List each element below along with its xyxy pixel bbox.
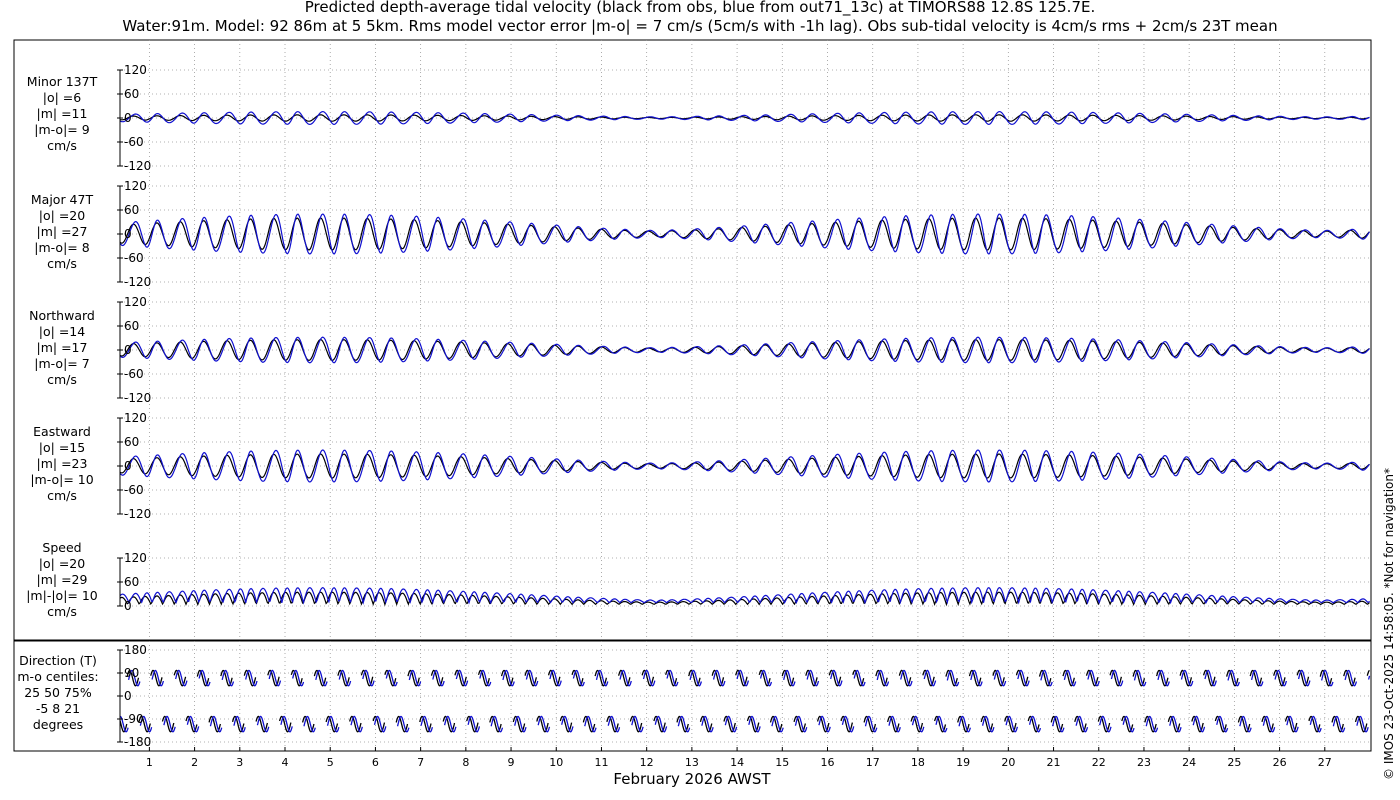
panel-label-eastward: cm/s xyxy=(47,488,77,503)
y-tick-label: 0 xyxy=(124,599,132,613)
panel-label-northward: |m-o|= 7 xyxy=(34,356,89,371)
y-tick-label: 120 xyxy=(124,63,147,77)
x-tick-label: 22 xyxy=(1092,756,1106,769)
panel-label-eastward: |m| =23 xyxy=(37,456,88,471)
y-tick-label: -120 xyxy=(124,507,151,521)
speed-obs-line xyxy=(119,591,1370,607)
panel-label-direction: Direction (T) xyxy=(19,653,97,668)
x-tick-label: 25 xyxy=(1227,756,1241,769)
y-tick-label: 90 xyxy=(124,666,139,680)
x-tick-label: 21 xyxy=(1047,756,1061,769)
panel-label-major: |m| =27 xyxy=(37,224,88,239)
panel-label-northward: |o| =14 xyxy=(39,324,85,339)
x-tick-label: 14 xyxy=(730,756,744,769)
y-tick-label: -120 xyxy=(124,275,151,289)
x-tick-label: 27 xyxy=(1318,756,1332,769)
y-tick-label: 0 xyxy=(124,689,132,703)
x-tick-label: 2 xyxy=(191,756,198,769)
x-tick-label: 19 xyxy=(956,756,970,769)
x-tick-label: 13 xyxy=(685,756,699,769)
panel-label-major: cm/s xyxy=(47,256,77,271)
y-tick-label: 60 xyxy=(124,575,139,589)
panel-label-major: |m-o|= 8 xyxy=(34,240,89,255)
x-tick-label: 12 xyxy=(640,756,654,769)
x-tick-label: 1 xyxy=(146,756,153,769)
panel-label-eastward: |o| =15 xyxy=(39,440,85,455)
panel-label-speed: |m| =29 xyxy=(37,572,88,587)
x-tick-label: 16 xyxy=(821,756,835,769)
y-tick-label: 180 xyxy=(124,643,147,657)
panel-label-minor: |m| =11 xyxy=(37,106,88,121)
panel-label-major: Major 47T xyxy=(31,192,94,207)
panel-label-eastward: |m-o|= 10 xyxy=(30,472,93,487)
y-tick-label: 120 xyxy=(124,179,147,193)
panel-label-speed: Speed xyxy=(42,540,81,555)
panel-label-speed: |o| =20 xyxy=(39,556,85,571)
y-tick-label: -60 xyxy=(124,251,144,265)
x-tick-label: 17 xyxy=(866,756,880,769)
y-tick-label: 0 xyxy=(124,227,132,241)
panel-label-direction: degrees xyxy=(33,717,83,732)
y-tick-label: 0 xyxy=(124,111,132,125)
x-tick-label: 9 xyxy=(508,756,515,769)
panel-label-minor: |m-o|= 9 xyxy=(34,122,89,137)
x-tick-label: 18 xyxy=(911,756,925,769)
tidal-velocity-chart: 1 2 3 4 5 6 7 8 9 10 11 12 13 14 15 16 17 18 19 20 21 22 23 24 2… xyxy=(13,39,1372,788)
upper-frame xyxy=(13,39,1372,641)
y-tick-label: -60 xyxy=(124,135,144,149)
x-tick-label: 7 xyxy=(417,756,424,769)
x-tick-label: 15 xyxy=(775,756,789,769)
y-tick-label: 120 xyxy=(124,411,147,425)
panel-label-minor: cm/s xyxy=(47,138,77,153)
x-tick-label: 11 xyxy=(594,756,608,769)
x-tick-label: 8 xyxy=(462,756,469,769)
x-tick-label: 26 xyxy=(1273,756,1287,769)
y-tick-label: -120 xyxy=(124,391,151,405)
y-tick-label: -90 xyxy=(124,712,144,726)
x-tick-label: 24 xyxy=(1182,756,1196,769)
y-tick-label: -60 xyxy=(124,483,144,497)
panel-label-minor: |o| =6 xyxy=(43,90,82,105)
panel-label-direction: -5 8 21 xyxy=(36,701,80,716)
panel-label-northward: Northward xyxy=(29,308,95,323)
panel-label-northward: cm/s xyxy=(47,372,77,387)
y-tick-label: 60 xyxy=(124,319,139,333)
x-axis-label: February 2026 AWST xyxy=(613,770,771,788)
x-tick-label: 3 xyxy=(236,756,243,769)
copyright-note: © IMOS 23-Oct-2025 14:58:05. *Not for na… xyxy=(1382,468,1396,780)
panel-label-direction: m-o centiles: xyxy=(17,669,98,684)
panel-label-direction: 25 50 75% xyxy=(24,685,92,700)
y-tick-label: 0 xyxy=(124,343,132,357)
panel-label-eastward: Eastward xyxy=(33,424,91,439)
x-tick-label: 5 xyxy=(327,756,334,769)
x-tick-label: 10 xyxy=(549,756,563,769)
x-tick-label: 4 xyxy=(282,756,289,769)
panel-label-northward: |m| =17 xyxy=(37,340,88,355)
panel-label-minor: Minor 137T xyxy=(27,74,98,89)
y-tick-label: -60 xyxy=(124,367,144,381)
x-tick-label: 20 xyxy=(1001,756,1015,769)
panel-label-major: |o| =20 xyxy=(39,208,85,223)
x-tick-label: 23 xyxy=(1137,756,1151,769)
y-tick-label: 120 xyxy=(124,551,147,565)
x-tick-label: 6 xyxy=(372,756,379,769)
y-tick-label: 60 xyxy=(124,435,139,449)
y-tick-label: 60 xyxy=(124,87,139,101)
y-tick-label: 120 xyxy=(124,295,147,309)
y-tick-label: 60 xyxy=(124,203,139,217)
panel-label-speed: cm/s xyxy=(47,604,77,619)
y-tick-label: -180 xyxy=(124,735,151,749)
panel-label-speed: |m|-|o|= 10 xyxy=(26,588,98,603)
y-tick-label: -120 xyxy=(124,159,151,173)
y-tick-label: 0 xyxy=(124,459,132,473)
